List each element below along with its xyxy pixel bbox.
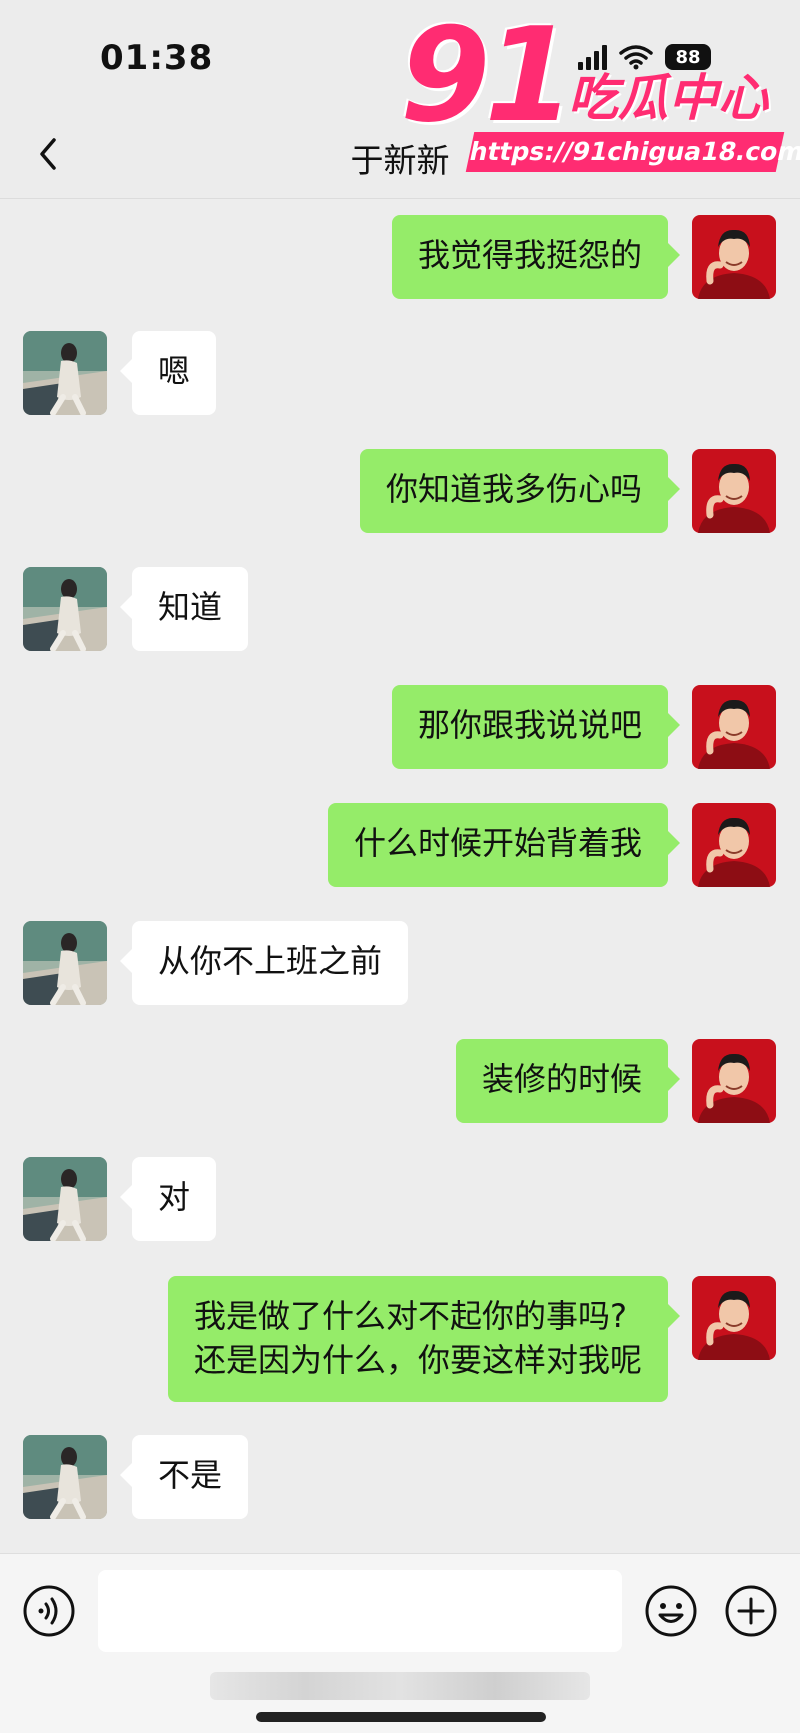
message-bubble[interactable]: 我是做了什么对不起你的事吗? 还是因为什么，你要这样对我呢 [167, 1276, 681, 1402]
watermark-number: 91 [400, 0, 575, 151]
contact-avatar[interactable] [23, 331, 107, 415]
watermark-url: https://91chigua18.com [465, 132, 800, 172]
emoji-button[interactable] [644, 1584, 698, 1638]
message-row-received: 从你不上班之前 [0, 921, 800, 1005]
message-row-received: 不是 [0, 1435, 800, 1519]
more-functions-button[interactable] [724, 1584, 778, 1638]
my-avatar[interactable] [692, 449, 776, 533]
contact-avatar[interactable] [23, 1435, 107, 1519]
my-avatar[interactable] [692, 685, 776, 769]
message-bubble[interactable]: 装修的时候 [455, 1039, 681, 1123]
my-avatar[interactable] [692, 215, 776, 299]
plus-icon [725, 1585, 777, 1637]
input-bar [0, 1553, 800, 1733]
message-list[interactable]: 我觉得我挺怨的 嗯 你知道我多伤心吗 知道 那你跟我说说吧 什么时候开始背着我 … [0, 199, 800, 1549]
message-row-sent: 装修的时候 [0, 1039, 800, 1123]
message-row-sent: 你知道我多伤心吗 [0, 449, 800, 533]
message-bubble[interactable]: 不是 [119, 1435, 249, 1519]
my-avatar[interactable] [692, 1276, 776, 1360]
message-input[interactable] [98, 1570, 622, 1652]
my-avatar[interactable] [692, 803, 776, 887]
message-bubble[interactable]: 我觉得我挺怨的 [391, 215, 681, 299]
message-row-sent: 什么时候开始背着我 [0, 803, 800, 887]
message-bubble[interactable]: 那你跟我说说吧 [391, 685, 681, 769]
message-bubble[interactable]: 知道 [119, 567, 249, 651]
contact-avatar[interactable] [23, 921, 107, 1005]
status-time: 01:38 [100, 38, 214, 78]
message-bubble[interactable]: 你知道我多伤心吗 [359, 449, 681, 533]
emoji-icon [645, 1585, 697, 1637]
home-indicator[interactable] [256, 1712, 546, 1722]
message-bubble[interactable]: 嗯 [119, 331, 217, 415]
my-avatar[interactable] [692, 1039, 776, 1123]
message-bubble[interactable]: 对 [119, 1157, 217, 1241]
voice-button[interactable] [22, 1584, 76, 1638]
message-row-received: 对 [0, 1157, 800, 1241]
contact-avatar[interactable] [23, 1157, 107, 1241]
message-bubble[interactable]: 什么时候开始背着我 [327, 803, 681, 887]
message-bubble[interactable]: 从你不上班之前 [119, 921, 409, 1005]
blurred-area [210, 1672, 590, 1700]
message-row-sent: 我是做了什么对不起你的事吗? 还是因为什么，你要这样对我呢 [0, 1276, 800, 1402]
voice-icon [23, 1585, 75, 1637]
contact-avatar[interactable] [23, 567, 107, 651]
message-row-sent: 那你跟我说说吧 [0, 685, 800, 769]
watermark-name: 吃瓜中心 [568, 69, 768, 127]
message-row-received: 嗯 [0, 331, 800, 415]
message-row-sent: 我觉得我挺怨的 [0, 215, 800, 299]
message-row-received: 知道 [0, 567, 800, 651]
watermark-logo: 91 吃瓜中心 https://91chigua18.com [400, 0, 800, 175]
